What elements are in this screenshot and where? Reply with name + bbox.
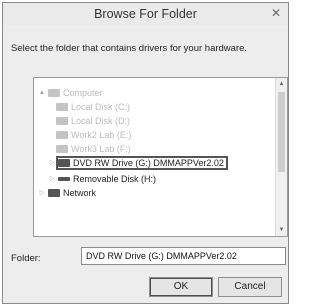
tree-item-removable-disk[interactable]: ▷ Removable Disk (H:): [48, 172, 156, 185]
removable-disk-icon: [58, 176, 70, 181]
tree-item-label: Computer: [63, 87, 103, 98]
cancel-button[interactable]: Cancel: [218, 277, 282, 297]
tree-item-label: Network: [63, 187, 97, 198]
tree-item-label: Removable Disk (H:): [73, 173, 157, 184]
drive-icon: [56, 116, 68, 125]
close-icon[interactable]: ✕: [268, 5, 284, 21]
browse-for-folder-dialog: Browse For Folder ✕ Select the folder th…: [2, 2, 289, 304]
drive-icon: [56, 102, 68, 111]
tree-item-label: Local Disk (C:): [71, 101, 131, 112]
tree-item-label: DVD RW Drive (G:) DMMAPPVer2.02: [73, 157, 224, 168]
scroll-down-icon[interactable]: ▼: [276, 224, 287, 236]
expand-arrow-icon[interactable]: ▲: [38, 90, 46, 96]
instruction-text: Select the folder that contains drivers …: [11, 43, 248, 54]
drive-icon: [56, 130, 68, 139]
selected-highlight: DVD RW Drive (G:) DMMAPPVer2.02: [56, 155, 228, 170]
tree-item-drive-f[interactable]: Work3 Lab (F:): [56, 142, 131, 155]
computer-icon: [48, 88, 60, 97]
tree-item-drive-c[interactable]: Local Disk (C:): [56, 100, 130, 113]
tree-item-drive-d[interactable]: Local Disk (D:): [56, 114, 130, 127]
tree-item-drive-e[interactable]: Work2 Lab (E:): [56, 128, 131, 141]
scroll-up-icon[interactable]: ▲: [276, 78, 287, 90]
title-bar: Browse For Folder ✕: [3, 3, 288, 25]
dialog-title: Browse For Folder: [94, 7, 197, 21]
tree-scrollbar[interactable]: ▲ ▼: [275, 78, 287, 236]
tree-item-label: Work2 Lab (E:): [71, 129, 132, 140]
network-icon: [48, 188, 60, 197]
folder-tree[interactable]: ▲ Computer Local Disk (C:) Local Disk (D…: [33, 77, 288, 237]
expand-arrow-icon[interactable]: ▷: [48, 159, 56, 166]
folder-field[interactable]: DVD RW Drive (G:) DMMAPPVer2.02: [81, 247, 286, 265]
tree-item-dvd-drive[interactable]: ▷ DVD RW Drive (G:) DMMAPPVer2.02: [48, 155, 228, 170]
expand-arrow-icon[interactable]: ▷: [38, 189, 46, 196]
dvd-drive-icon: [58, 158, 70, 167]
tree-item-computer[interactable]: ▲ Computer: [38, 86, 103, 99]
scroll-thumb[interactable]: [278, 92, 285, 172]
tree-item-label: Work3 Lab (F:): [71, 143, 131, 154]
drive-icon: [56, 144, 68, 153]
folder-field-label: Folder:: [11, 253, 41, 264]
ok-button[interactable]: OK: [149, 277, 213, 297]
tree-item-label: Local Disk (D:): [71, 115, 131, 126]
expand-arrow-icon[interactable]: ▷: [48, 175, 56, 182]
tree-item-network[interactable]: ▷ Network: [38, 186, 96, 199]
